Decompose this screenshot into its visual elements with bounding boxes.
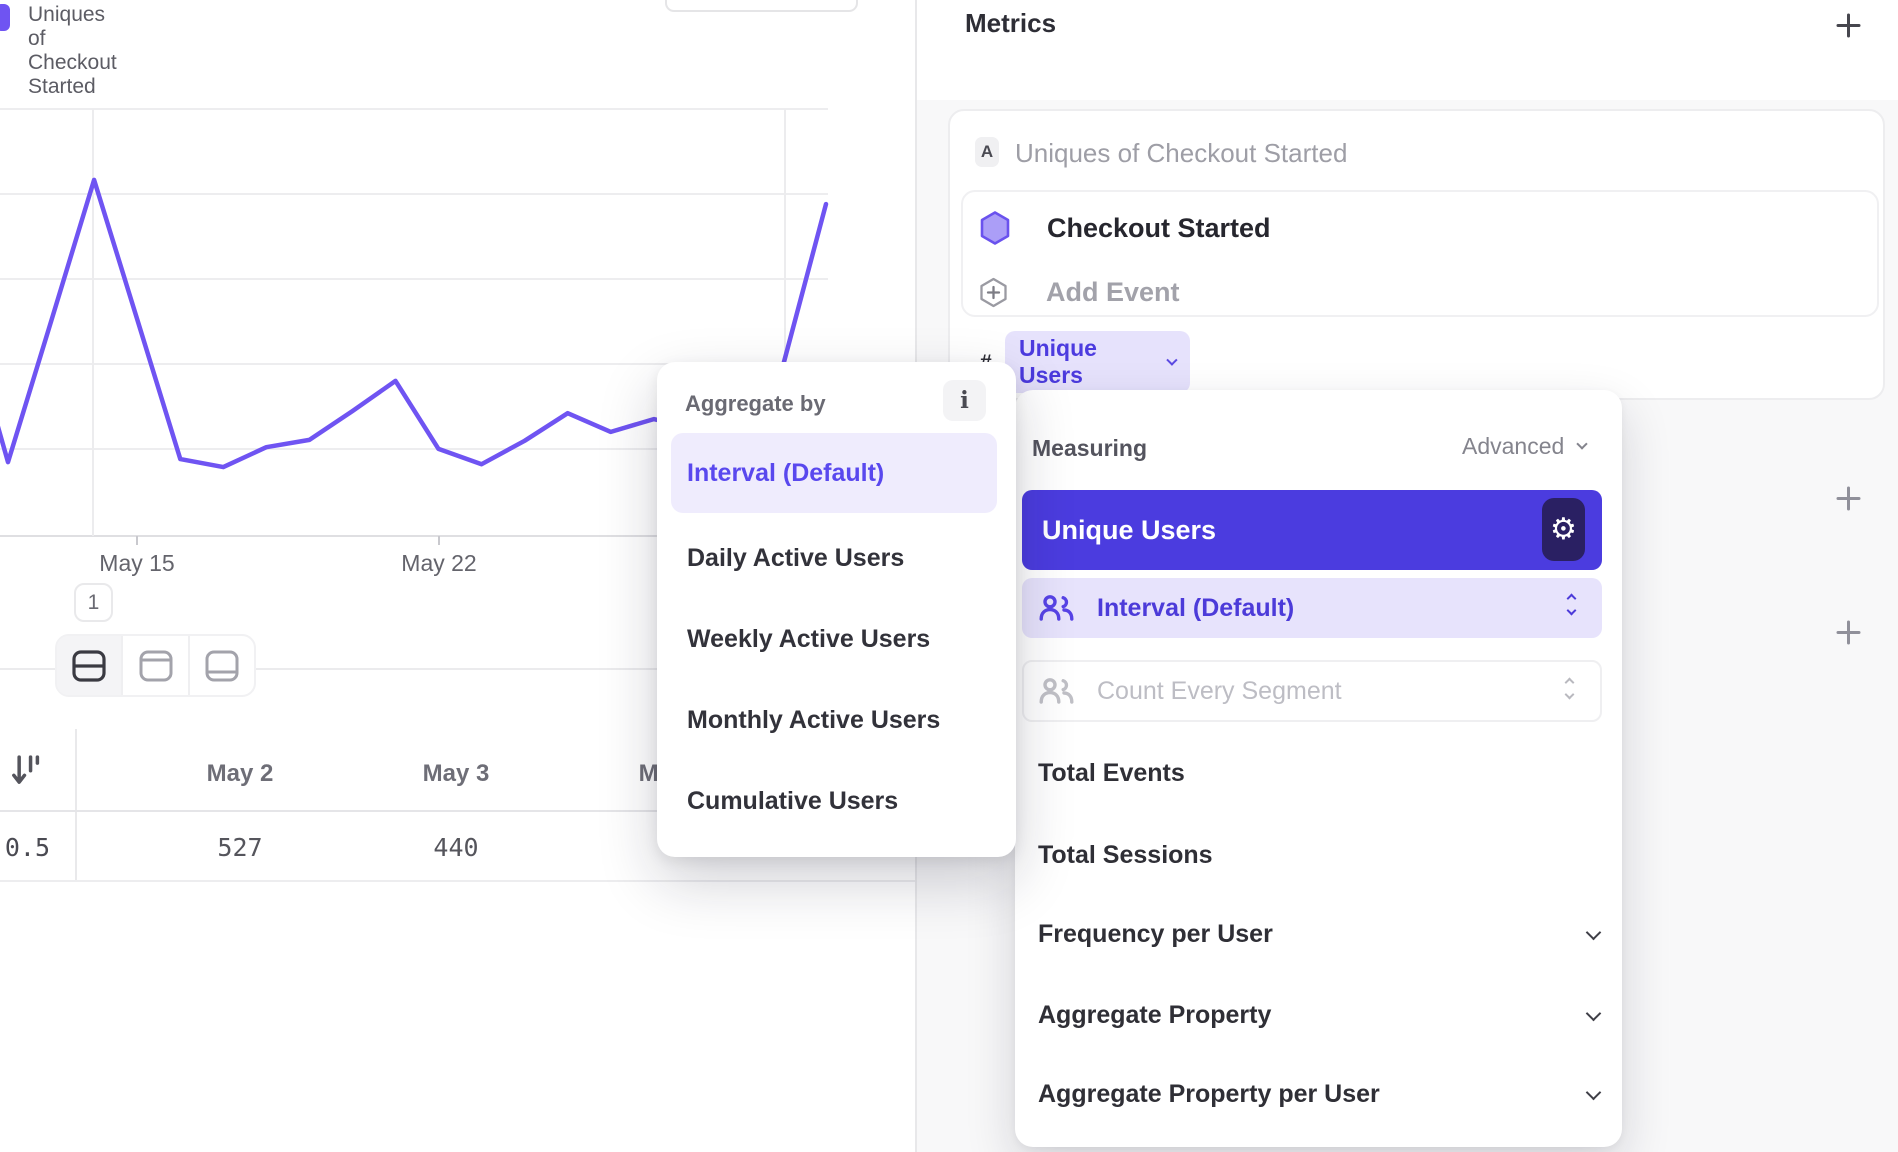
- selected-measurement-label: Unique Users: [1042, 515, 1216, 546]
- measuring-option[interactable]: Aggregate Property per User: [1038, 1080, 1380, 1109]
- people-icon: [1038, 595, 1076, 621]
- measuring-option[interactable]: Total Sessions: [1038, 841, 1213, 870]
- add-metric-plus-icon[interactable]: [1836, 13, 1861, 38]
- event-label: Checkout Started: [1047, 213, 1271, 244]
- table-cell: 440: [348, 833, 564, 862]
- aggregate-option[interactable]: Weekly Active Users: [687, 625, 930, 654]
- sort-rows-icon[interactable]: [10, 751, 42, 789]
- insights-screen: Uniques of Checkout Started May 15 May 2…: [0, 0, 1898, 1152]
- table-row-header-partial: 0.5: [0, 833, 50, 862]
- pagination-page-button[interactable]: 1: [74, 583, 113, 622]
- aggregate-option[interactable]: Monthly Active Users: [687, 706, 940, 735]
- chevron-down-icon: [1586, 1085, 1602, 1101]
- toggle-table-only-button[interactable]: [190, 636, 254, 695]
- add-section-plus-icon[interactable]: [1836, 486, 1861, 511]
- table-column-header[interactable]: May 2: [132, 760, 348, 788]
- event-card: Checkout Started Add Event: [961, 190, 1879, 317]
- add-event-row[interactable]: Add Event: [963, 270, 1877, 314]
- aggregate-by-title: Aggregate by: [685, 391, 826, 417]
- toggle-split-view-button[interactable]: [57, 636, 121, 695]
- chevron-down-icon: [1586, 925, 1602, 941]
- chevron-down-icon: [1586, 1006, 1602, 1022]
- segment-row[interactable]: Count Every Segment: [1022, 660, 1602, 722]
- stepper-icon[interactable]: [1568, 595, 1575, 614]
- add-section-plus-icon[interactable]: [1836, 620, 1861, 645]
- info-icon: i: [960, 387, 969, 414]
- metrics-header: Metrics: [965, 8, 1056, 39]
- add-event-label: Add Event: [1046, 277, 1180, 308]
- metric-letter: A: [981, 142, 993, 162]
- measuring-option[interactable]: Total Events: [1038, 759, 1185, 788]
- measurement-chip-label: Unique Users: [1019, 335, 1156, 389]
- advanced-label: Advanced: [1462, 433, 1564, 460]
- aggregate-option[interactable]: Cumulative Users: [687, 787, 898, 816]
- aggregate-option[interactable]: Daily Active Users: [687, 544, 904, 573]
- add-event-hexagon-icon: [979, 277, 1008, 308]
- chevron-down-icon: [1167, 354, 1178, 365]
- stepper-icon[interactable]: [1566, 679, 1573, 698]
- selected-measurement-button[interactable]: Unique Users ⚙: [1022, 490, 1602, 570]
- event-row[interactable]: Checkout Started: [963, 202, 1877, 254]
- advanced-dropdown[interactable]: Advanced: [1462, 432, 1586, 460]
- people-icon: [1038, 678, 1076, 704]
- measurement-settings-button[interactable]: ⚙: [1542, 498, 1585, 561]
- metric-title-input[interactable]: Uniques of Checkout Started: [1015, 138, 1347, 169]
- view-toggle-group: [55, 634, 256, 697]
- date-range-button-partial[interactable]: [665, 0, 858, 12]
- aggregate-option-label: Interval (Default): [687, 459, 884, 488]
- metric-letter-badge: A: [975, 137, 999, 167]
- table-column-header[interactable]: May 3: [348, 760, 564, 788]
- table-cell: 527: [132, 833, 348, 862]
- measuring-option[interactable]: Frequency per User: [1038, 920, 1273, 949]
- event-hexagon-icon: [979, 210, 1011, 246]
- interval-row-label: Interval (Default): [1097, 594, 1294, 623]
- measuring-panel: Measuring Advanced Unique Users ⚙ Interv…: [1015, 390, 1622, 1147]
- gear-icon: ⚙: [1550, 512, 1577, 547]
- table-only-icon: [205, 650, 239, 682]
- table-first-col-divider: [75, 729, 77, 882]
- info-button[interactable]: i: [943, 380, 986, 421]
- x-axis-label: May 22: [359, 550, 519, 577]
- metric-card: A Uniques of Checkout Started Checkout S…: [948, 109, 1885, 400]
- chevron-down-icon: [1577, 438, 1588, 449]
- table-row-border: [0, 880, 916, 882]
- aggregate-option-selected[interactable]: Interval (Default): [671, 433, 997, 513]
- interval-row[interactable]: Interval (Default): [1022, 578, 1602, 638]
- split-view-icon: [72, 650, 106, 682]
- measuring-title: Measuring: [1032, 435, 1147, 462]
- measuring-option[interactable]: Aggregate Property: [1038, 1001, 1271, 1030]
- measurement-chip[interactable]: Unique Users: [1005, 331, 1190, 393]
- toggle-chart-only-button[interactable]: [123, 636, 187, 695]
- aggregate-by-popup: Aggregate by i Interval (Default) Daily …: [657, 362, 1016, 857]
- pagination-label: 1: [88, 591, 100, 615]
- x-axis-label: May 15: [57, 550, 217, 577]
- segment-row-label: Count Every Segment: [1097, 677, 1342, 706]
- chart-only-icon: [139, 650, 173, 682]
